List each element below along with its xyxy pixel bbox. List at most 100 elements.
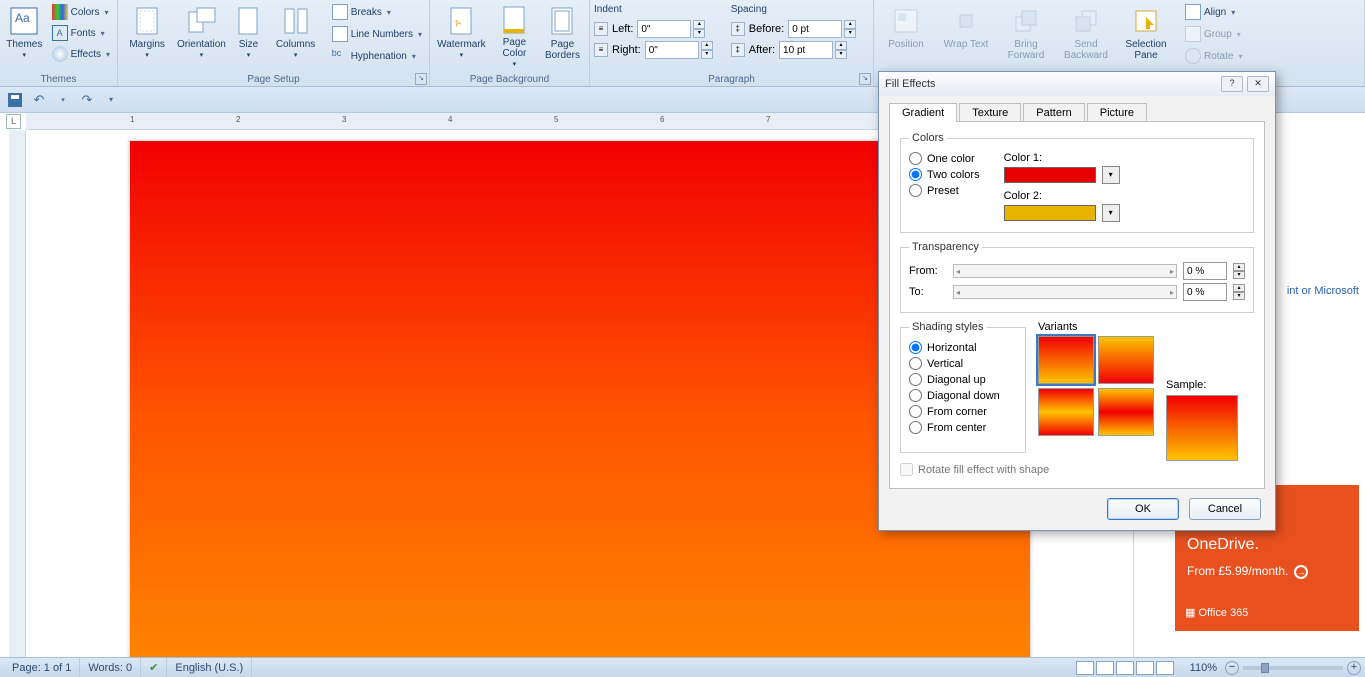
status-proof[interactable]: ✔ bbox=[141, 658, 167, 677]
tab-pattern[interactable]: Pattern bbox=[1023, 103, 1084, 122]
view-print-layout[interactable] bbox=[1076, 661, 1094, 675]
qat-customize[interactable]: ▾ bbox=[102, 91, 120, 109]
spinner-up[interactable]: ▴ bbox=[835, 41, 847, 50]
orientation-button[interactable]: Orientation▾ bbox=[176, 2, 226, 68]
radio-vertical[interactable]: Vertical bbox=[909, 357, 1017, 370]
to-slider[interactable]: ◂▸ bbox=[953, 285, 1177, 299]
radio-diagonal-down[interactable]: Diagonal down bbox=[909, 389, 1017, 402]
variant-3[interactable] bbox=[1038, 388, 1094, 436]
color2-dropdown[interactable]: ▾ bbox=[1102, 204, 1120, 222]
zoom-in-button[interactable]: + bbox=[1347, 661, 1361, 675]
watermark-button[interactable]: AWatermark▾ bbox=[434, 2, 489, 68]
status-page[interactable]: Page: 1 of 1 bbox=[4, 658, 80, 677]
view-outline[interactable] bbox=[1136, 661, 1154, 675]
hyphenation-button[interactable]: bcHyphenation bbox=[329, 46, 425, 66]
variant-4[interactable] bbox=[1098, 388, 1154, 436]
margins-button[interactable]: Margins▾ bbox=[122, 2, 172, 68]
radio-from-corner[interactable]: From corner bbox=[909, 405, 1017, 418]
office-logo-icon: ▦ bbox=[1185, 607, 1198, 619]
spinner-up[interactable]: ▴ bbox=[1233, 284, 1245, 292]
spacing-after-input[interactable] bbox=[779, 41, 833, 59]
left-label: Left: bbox=[612, 23, 633, 35]
to-input[interactable] bbox=[1183, 283, 1227, 301]
colors-fieldset: Colors One color Two colors Preset Color… bbox=[900, 132, 1254, 233]
columns-button[interactable]: Columns▾ bbox=[270, 2, 320, 68]
cancel-button[interactable]: Cancel bbox=[1189, 498, 1261, 520]
tab-gradient[interactable]: Gradient bbox=[889, 103, 957, 122]
from-input[interactable] bbox=[1183, 262, 1227, 280]
radio-from-center[interactable]: From center bbox=[909, 421, 1017, 434]
hyphenation-icon: bc bbox=[332, 48, 348, 64]
help-link[interactable]: int or Microsoft bbox=[1287, 285, 1359, 297]
page-color-button[interactable]: Page Color▾ bbox=[493, 2, 536, 68]
indent-left-input[interactable] bbox=[637, 20, 691, 38]
spinner-down[interactable]: ▾ bbox=[701, 50, 713, 59]
ok-button[interactable]: OK bbox=[1107, 498, 1179, 520]
view-web-layout[interactable] bbox=[1116, 661, 1134, 675]
colors-icon bbox=[52, 4, 68, 20]
color1-swatch[interactable] bbox=[1004, 167, 1096, 183]
effects-button[interactable]: Effects bbox=[49, 44, 113, 64]
size-button[interactable]: Size▾ bbox=[231, 2, 267, 68]
radio-horizontal[interactable]: Horizontal bbox=[909, 341, 1017, 354]
ruler-num: 5 bbox=[554, 115, 558, 124]
radio-one-color[interactable]: One color bbox=[909, 152, 980, 165]
redo-button[interactable]: ↷ bbox=[78, 91, 96, 109]
variants-label: Variants bbox=[1038, 321, 1154, 333]
view-draft[interactable] bbox=[1156, 661, 1174, 675]
tab-picture[interactable]: Picture bbox=[1087, 103, 1147, 122]
selection-pane-button[interactable]: Selection Pane bbox=[1118, 2, 1174, 68]
radio-diagonal-up[interactable]: Diagonal up bbox=[909, 373, 1017, 386]
spinner-down[interactable]: ▾ bbox=[835, 50, 847, 59]
close-button[interactable]: ✕ bbox=[1247, 76, 1269, 92]
radio-preset[interactable]: Preset bbox=[909, 184, 980, 197]
line-numbers-button[interactable]: Line Numbers bbox=[329, 24, 425, 44]
undo-button[interactable]: ↶ bbox=[30, 91, 48, 109]
color1-label: Color 1: bbox=[1004, 152, 1043, 164]
spacing-before-input[interactable] bbox=[788, 20, 842, 38]
group-label: Page Setup bbox=[122, 73, 425, 86]
zoom-out-button[interactable]: − bbox=[1225, 661, 1239, 675]
spinner-up[interactable]: ▴ bbox=[701, 41, 713, 50]
radio-two-colors[interactable]: Two colors bbox=[909, 168, 980, 181]
spinner-down[interactable]: ▾ bbox=[693, 29, 705, 38]
color2-label: Color 2: bbox=[1004, 190, 1043, 202]
spinner-up[interactable]: ▴ bbox=[1233, 263, 1245, 271]
from-slider[interactable]: ◂▸ bbox=[953, 264, 1177, 278]
status-language[interactable]: English (U.S.) bbox=[167, 658, 252, 677]
spinner-down[interactable]: ▾ bbox=[844, 29, 856, 38]
zoom-level[interactable]: 110% bbox=[1182, 658, 1225, 677]
view-full-screen[interactable] bbox=[1096, 661, 1114, 675]
spinner-up[interactable]: ▴ bbox=[844, 20, 856, 29]
page-borders-button[interactable]: Page Borders bbox=[540, 2, 585, 68]
undo-more[interactable]: ▾ bbox=[54, 91, 72, 109]
indent-right-input[interactable] bbox=[645, 41, 699, 59]
align-button[interactable]: Align bbox=[1182, 2, 1245, 22]
zoom-slider[interactable] bbox=[1243, 666, 1343, 670]
colors-button[interactable]: Colors bbox=[49, 2, 113, 22]
breaks-button[interactable]: Breaks bbox=[329, 2, 425, 22]
spinner-down[interactable]: ▾ bbox=[1233, 292, 1245, 300]
spinner-down[interactable]: ▾ bbox=[1233, 271, 1245, 279]
save-button[interactable] bbox=[6, 91, 24, 109]
position-icon bbox=[890, 5, 922, 37]
watermark-icon: A bbox=[445, 5, 477, 37]
ruler-num: 6 bbox=[660, 115, 664, 124]
color2-swatch[interactable] bbox=[1004, 205, 1096, 221]
help-button[interactable]: ? bbox=[1221, 76, 1243, 92]
backward-icon bbox=[1070, 5, 1102, 37]
vertical-ruler[interactable] bbox=[9, 130, 26, 657]
dialog-titlebar[interactable]: Fill Effects ? ✕ bbox=[879, 72, 1275, 96]
variant-1[interactable] bbox=[1038, 336, 1094, 384]
fonts-button[interactable]: AFonts bbox=[49, 23, 113, 43]
page-setup-launcher[interactable]: ↘ bbox=[415, 73, 427, 85]
variant-2[interactable] bbox=[1098, 336, 1154, 384]
themes-button[interactable]: Aa Themes▾ bbox=[4, 2, 45, 68]
spinner-up[interactable]: ▴ bbox=[693, 20, 705, 29]
paragraph-launcher[interactable]: ↘ bbox=[859, 73, 871, 85]
status-words[interactable]: Words: 0 bbox=[80, 658, 141, 677]
tab-texture[interactable]: Texture bbox=[959, 103, 1021, 122]
color1-dropdown[interactable]: ▾ bbox=[1102, 166, 1120, 184]
to-label: To: bbox=[909, 286, 947, 298]
tab-selector[interactable]: L bbox=[6, 114, 21, 129]
